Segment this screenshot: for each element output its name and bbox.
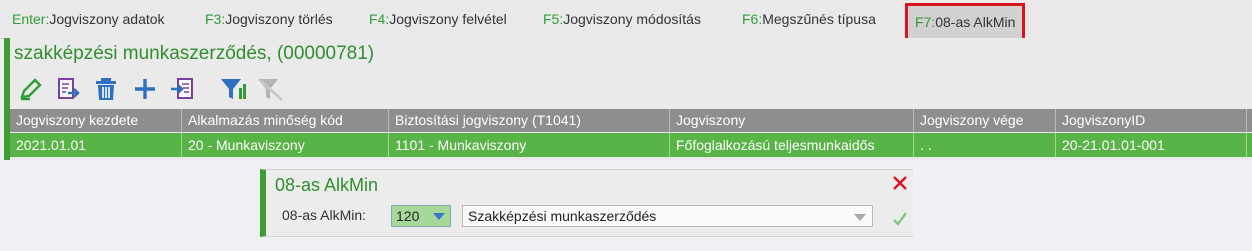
- fkey-f3-jogviszony-torles[interactable]: F3:Jogviszony törlés: [205, 0, 333, 38]
- cell-alkalmazas-minoseg-kod: 20 - Munkaviszony: [182, 133, 389, 157]
- filter-icon[interactable]: [218, 73, 248, 105]
- column-header-alkalmazas-minoseg-kod[interactable]: Alkalmazás minőség kód: [182, 109, 389, 132]
- fkey-key: F6:: [742, 11, 763, 27]
- cell-jogviszonyid: 20-21.01.01-001: [1056, 133, 1247, 157]
- fkey-f5-jogviszony-modositas[interactable]: F5:Jogviszony módosítás: [543, 0, 701, 38]
- alkmin-code-value: 120: [396, 208, 420, 224]
- cell-jogviszony-kezdete: 2021.01.01: [10, 133, 182, 157]
- fkey-label: Megszűnés típusa: [762, 11, 876, 27]
- fkey-key: F4:: [369, 11, 390, 27]
- column-header-biztositasi-jogviszony[interactable]: Biztosítási jogviszony (T1041): [389, 109, 670, 132]
- edit-pencil-icon[interactable]: [16, 73, 46, 105]
- fkey-label: 08-as AlkMin: [935, 14, 1016, 30]
- fkey-label: Jogviszony adatok: [49, 11, 165, 27]
- cell-jogviszony-vege: . .: [914, 133, 1056, 157]
- function-key-bar: Enter:Jogviszony adatok F3:Jogviszony tö…: [0, 0, 1252, 42]
- fkey-label: Jogviszony törlés: [225, 11, 333, 27]
- add-plus-icon[interactable]: [130, 73, 160, 105]
- chevron-down-icon: [433, 213, 445, 220]
- fkey-key: Enter:: [12, 11, 50, 27]
- column-header-jogviszony-kezdete[interactable]: Jogviszony kezdete: [10, 109, 182, 132]
- cell-jogviszony: Főfoglalkozású teljesmunkaidős: [670, 133, 914, 157]
- grid-header: Jogviszony kezdete Alkalmazás minőség kó…: [10, 109, 1252, 132]
- cell-biztositasi-jogviszony: 1101 - Munkaviszony: [389, 133, 670, 157]
- fkey-key: F5:: [543, 11, 564, 27]
- alkmin-field-label: 08-as AlkMin:: [282, 207, 367, 223]
- column-header-jogviszony-vege[interactable]: Jogviszony vége: [914, 109, 1056, 132]
- fkey-f7-08-as-alkmin[interactable]: F7:08-as AlkMin: [905, 3, 1026, 42]
- fkey-f6-megszunes-tipusa[interactable]: F6:Megszűnés típusa: [742, 0, 876, 38]
- table-row[interactable]: 2021.01.01 20 - Munkaviszony 1101 - Munk…: [10, 133, 1252, 157]
- clear-filter-icon[interactable]: [255, 73, 285, 105]
- alkmin-description-select[interactable]: Szakképzési munkaszerződés: [462, 205, 873, 227]
- alkmin-description-value: Szakképzési munkaszerződés: [468, 208, 657, 224]
- fkey-key: F3:: [205, 11, 226, 27]
- dialog-title: 08-as AlkMin: [275, 175, 379, 195]
- panel-title: szakképzési munkaszerződés, (00000781): [14, 43, 375, 64]
- import-document-icon[interactable]: [167, 73, 197, 105]
- close-icon[interactable]: [890, 173, 910, 193]
- fkey-label: Jogviszony felvétel: [389, 11, 507, 27]
- alkmin-code-select[interactable]: 120: [391, 205, 451, 227]
- export-document-icon[interactable]: [53, 73, 83, 105]
- checkmark-icon[interactable]: [890, 209, 910, 229]
- trash-icon[interactable]: [91, 73, 121, 105]
- fkey-key: F7:: [915, 14, 936, 30]
- column-header-jogviszonyid[interactable]: JogviszonyID: [1056, 109, 1247, 132]
- fkey-f4-jogviszony-felvetel[interactable]: F4:Jogviszony felvétel: [369, 0, 507, 38]
- chevron-down-icon: [854, 214, 866, 221]
- fkey-label: Jogviszony módosítás: [563, 11, 701, 27]
- fkey-enter-jogviszony-adatok[interactable]: Enter:Jogviszony adatok: [12, 0, 165, 38]
- column-header-jogviszony[interactable]: Jogviszony: [670, 109, 914, 132]
